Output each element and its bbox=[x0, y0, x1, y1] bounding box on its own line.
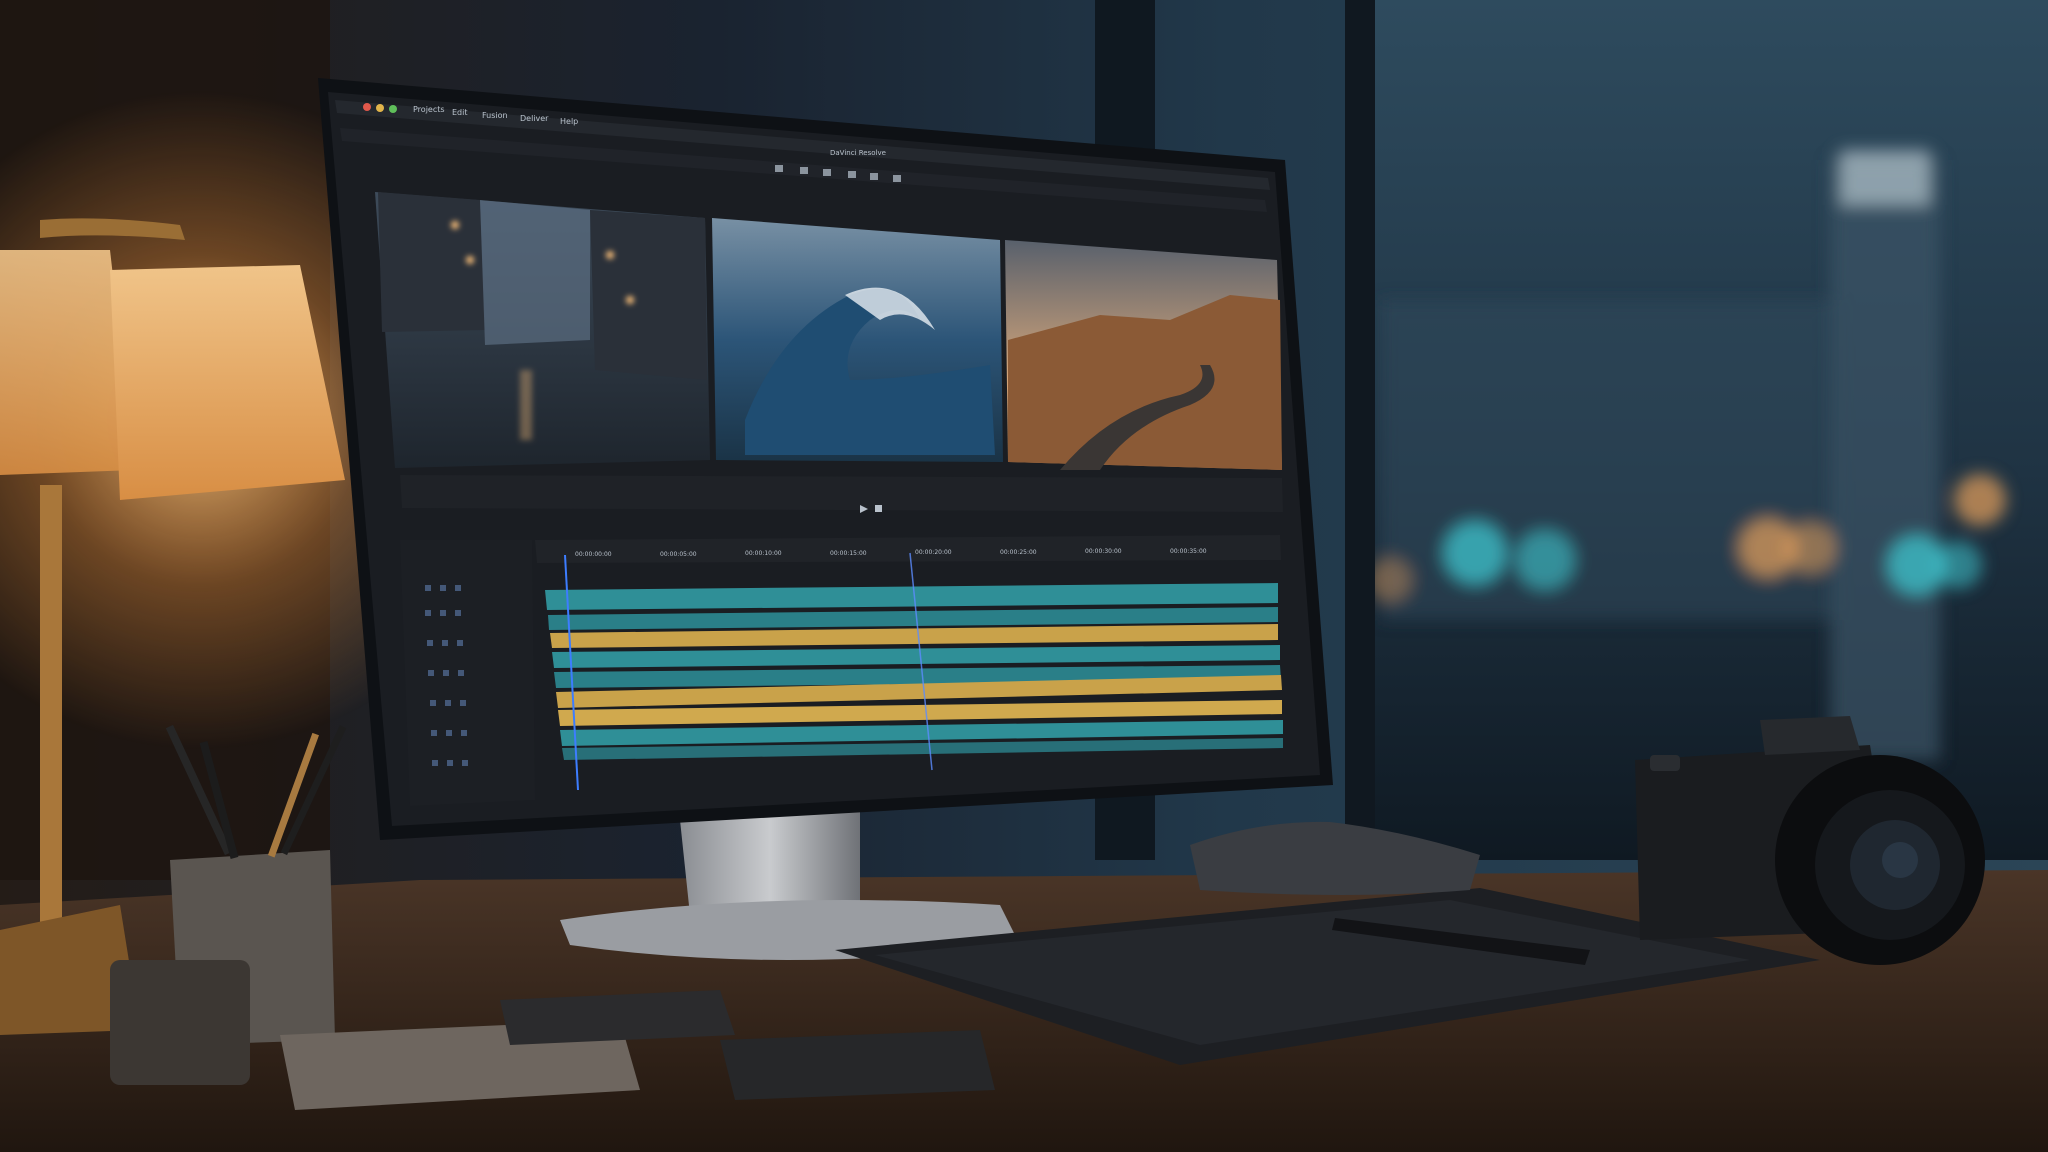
cup bbox=[110, 960, 250, 1085]
menu-item-deliver[interactable]: Deliver bbox=[520, 114, 549, 123]
app-title: DaVinci Resolve bbox=[830, 149, 886, 157]
snap-icon[interactable] bbox=[823, 169, 831, 176]
menu-item-help[interactable]: Help bbox=[560, 117, 578, 126]
photo-scene: Projects Edit Fusion Deliver Help DaVinc… bbox=[0, 0, 2048, 1152]
timecode-1: 00:00:05:00 bbox=[660, 551, 697, 558]
timecode-4: 00:00:20:00 bbox=[915, 549, 952, 556]
close-icon[interactable] bbox=[363, 103, 371, 111]
timecode-7: 00:00:35:00 bbox=[1170, 548, 1207, 555]
transport-bar bbox=[400, 475, 1283, 512]
blade-icon[interactable] bbox=[800, 167, 808, 174]
track-header-panel bbox=[400, 540, 535, 806]
pointer-icon[interactable] bbox=[775, 165, 783, 172]
maximize-icon[interactable] bbox=[389, 105, 397, 113]
monitor-stand bbox=[680, 810, 860, 915]
monitor: Projects Edit Fusion Deliver Help DaVinc… bbox=[318, 78, 1333, 840]
minimize-icon[interactable] bbox=[376, 104, 384, 112]
timecode-3: 00:00:15:00 bbox=[830, 550, 867, 557]
stop-icon[interactable] bbox=[875, 505, 882, 512]
timecode-2: 00:00:10:00 bbox=[745, 550, 782, 557]
menu-item-projects[interactable]: Projects bbox=[413, 105, 445, 114]
timecode-5: 00:00:25:00 bbox=[1000, 549, 1037, 556]
menu-item-edit[interactable]: Edit bbox=[452, 108, 468, 117]
zoom-icon[interactable] bbox=[870, 173, 878, 180]
timecode-6: 00:00:30:00 bbox=[1085, 548, 1122, 555]
link-icon[interactable] bbox=[848, 171, 856, 178]
timecode-0: 00:00:00:00 bbox=[575, 551, 612, 558]
window-frame-mid bbox=[1345, 0, 1375, 860]
phone-2 bbox=[720, 1030, 995, 1100]
menu-item-fusion[interactable]: Fusion bbox=[482, 111, 508, 120]
loop-icon[interactable] bbox=[893, 175, 901, 182]
